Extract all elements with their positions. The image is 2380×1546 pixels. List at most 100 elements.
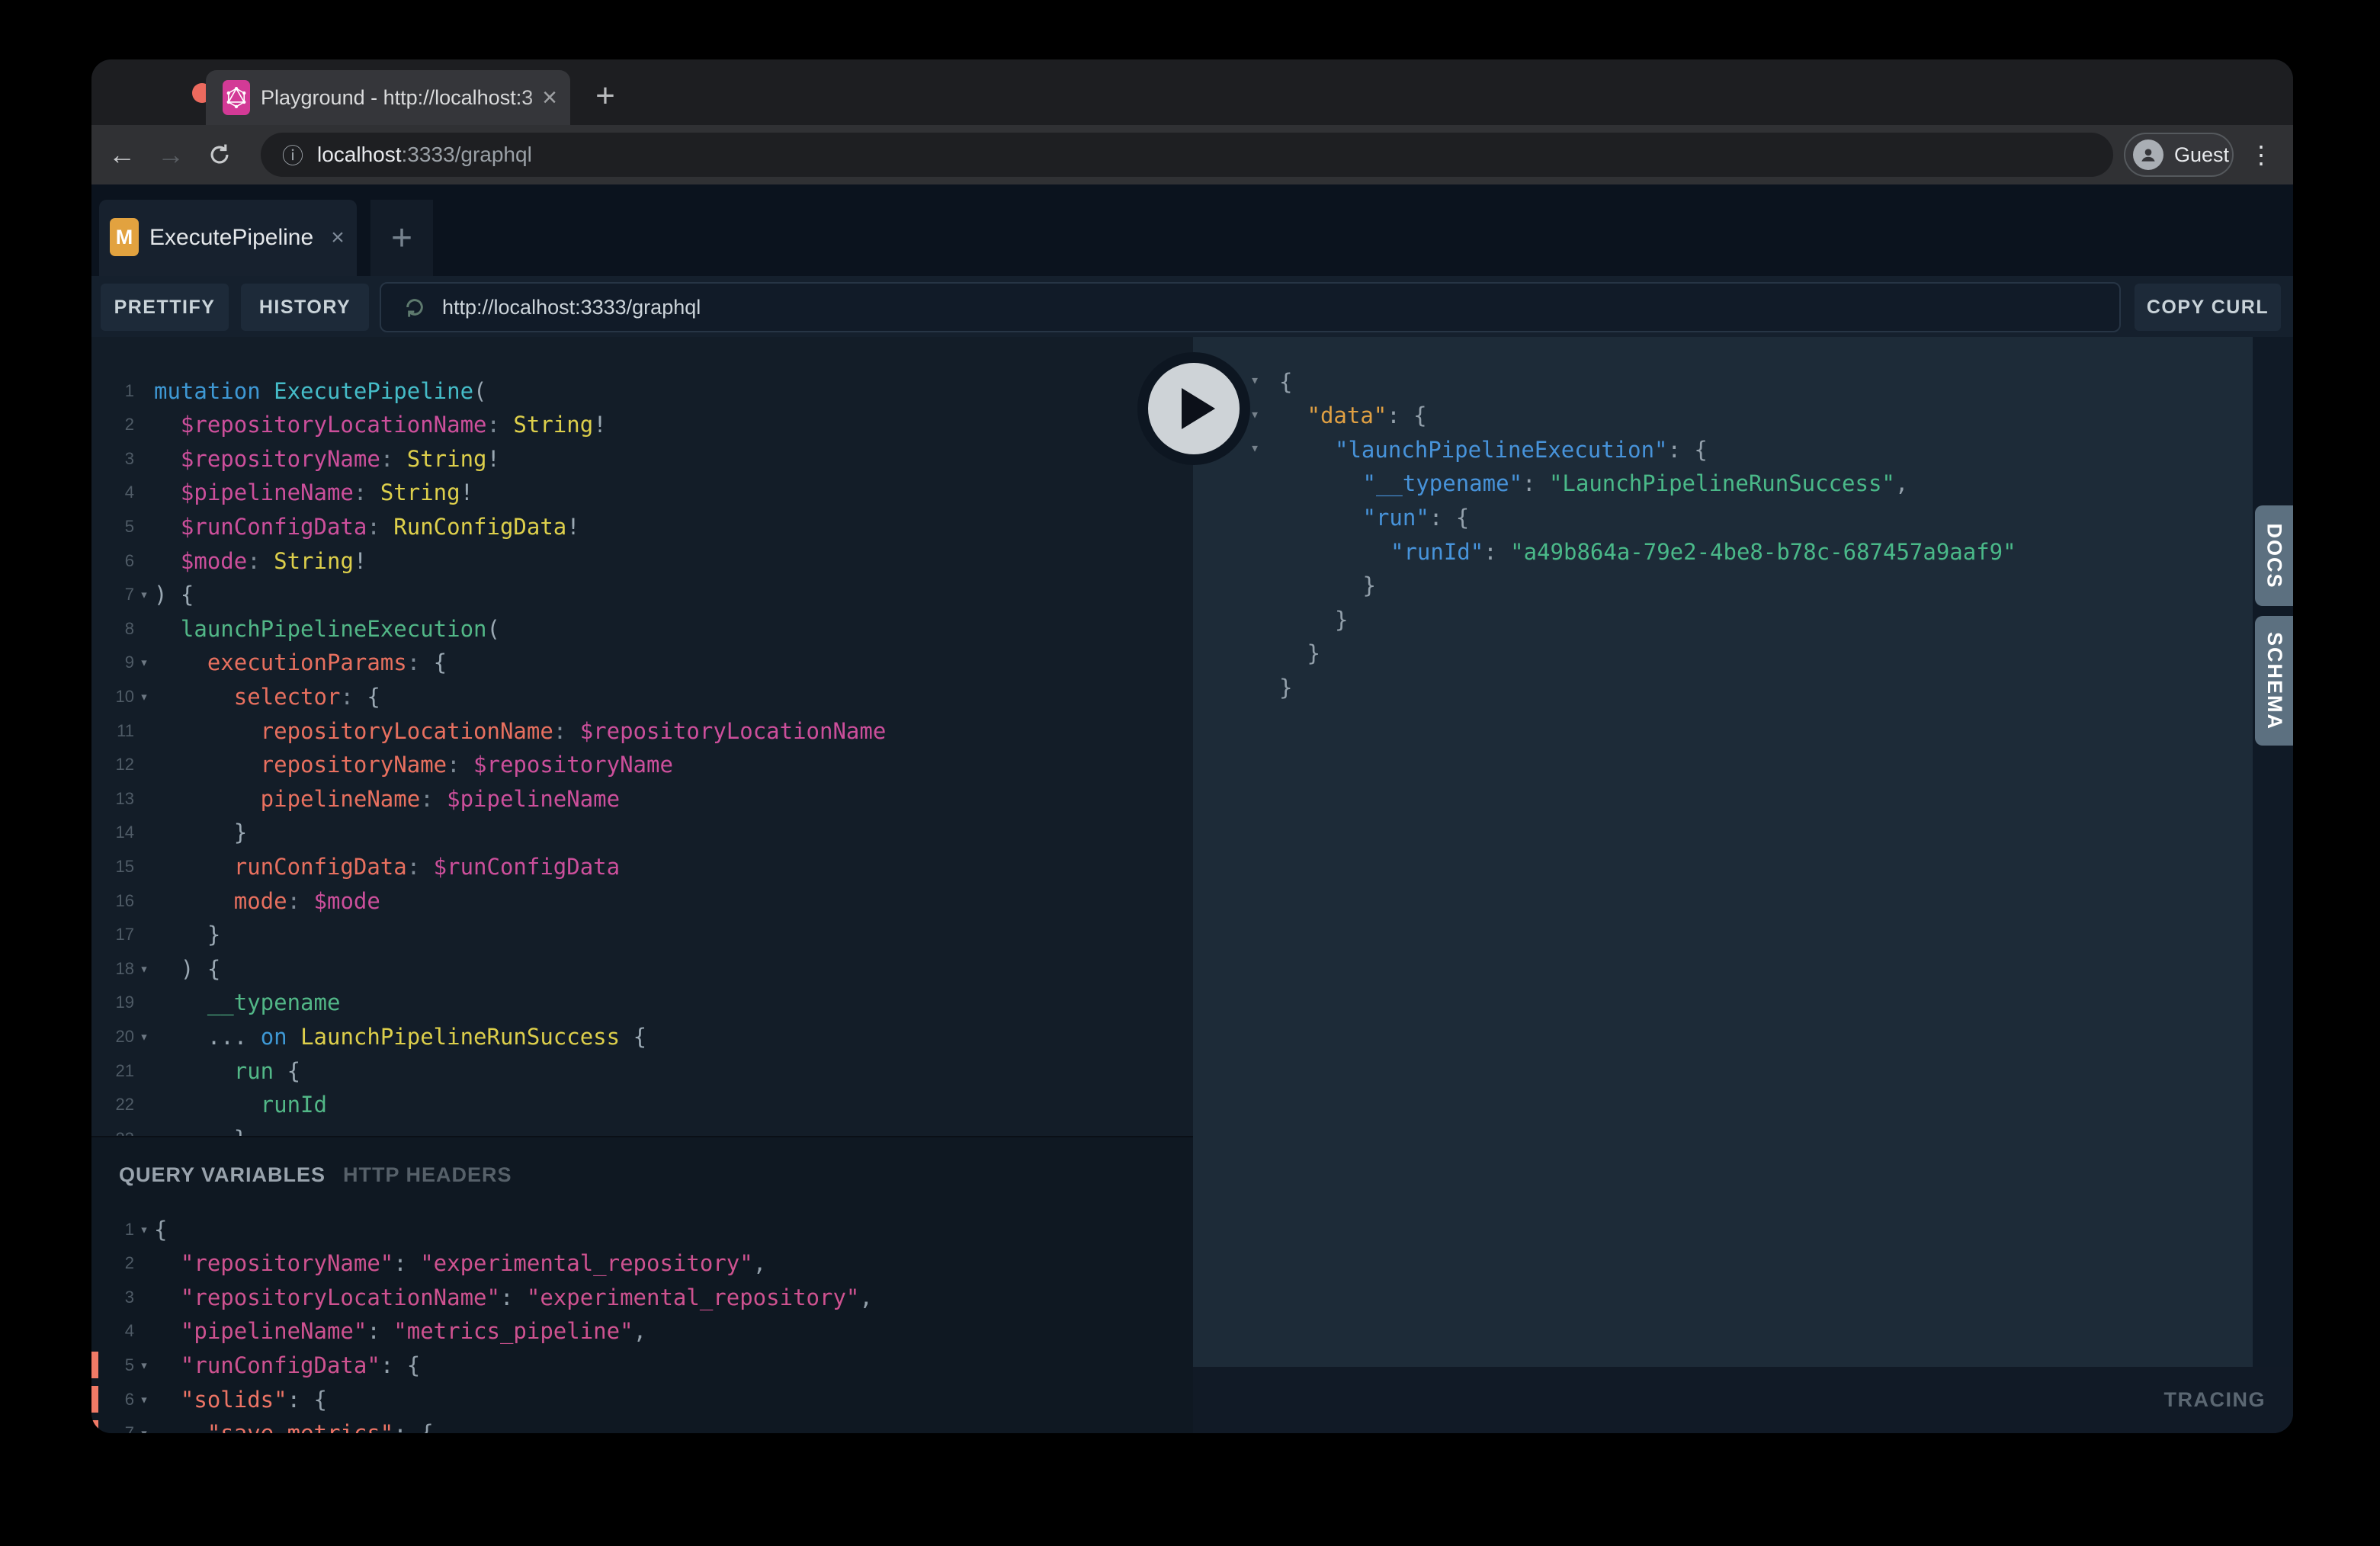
tab-close-icon[interactable]: × bbox=[529, 70, 570, 125]
info-icon[interactable]: ⓘ bbox=[282, 140, 303, 170]
code-line[interactable]: 18▾ ) { bbox=[91, 951, 1193, 986]
code-line[interactable]: 12 repositoryName: $repositoryName bbox=[91, 748, 1193, 782]
line-number: 17 bbox=[91, 925, 134, 945]
collapse-arrow-icon[interactable]: ▾ bbox=[1250, 370, 1259, 389]
code-line[interactable]: 3 $repositoryName: String! bbox=[91, 441, 1193, 476]
line-number: 18 bbox=[91, 959, 134, 979]
fold-arrow-icon[interactable]: ▾ bbox=[134, 1357, 154, 1374]
response-line[interactable]: "run": { bbox=[1193, 500, 2253, 534]
fold-arrow-icon[interactable]: ▾ bbox=[134, 961, 154, 977]
fold-arrow-icon[interactable]: ▾ bbox=[134, 654, 154, 671]
copy-curl-button[interactable]: COPY CURL bbox=[2135, 284, 2281, 331]
fold-arrow-icon[interactable]: ▾ bbox=[134, 1425, 154, 1433]
code-line[interactable]: 2 $repositoryLocationName: String! bbox=[91, 408, 1193, 442]
response-line[interactable]: "runId": "a49b864a-79e2-4be8-b78c-687457… bbox=[1193, 534, 2253, 569]
collapse-arrow-icon[interactable]: ▾ bbox=[1250, 438, 1259, 457]
code-line[interactable]: 2 "repositoryName": "experimental_reposi… bbox=[91, 1246, 1193, 1281]
response-line[interactable]: "__typename": "LaunchPipelineRunSuccess"… bbox=[1193, 467, 2253, 501]
schema-tab[interactable]: SCHEMA bbox=[2255, 616, 2293, 746]
code-line[interactable]: 22 runId bbox=[91, 1088, 1193, 1122]
profile-button[interactable]: Guest bbox=[2124, 133, 2234, 177]
code-line[interactable]: 4 $pipelineName: String! bbox=[91, 476, 1193, 510]
line-number: 1 bbox=[91, 1220, 134, 1240]
fold-arrow-icon[interactable]: ▾ bbox=[134, 1028, 154, 1045]
code-line[interactable]: 19 __typename bbox=[91, 986, 1193, 1020]
code-line[interactable]: 6 $mode: String! bbox=[91, 544, 1193, 578]
line-number: 2 bbox=[91, 415, 134, 435]
code-line[interactable]: 21 run { bbox=[91, 1054, 1193, 1088]
code-line[interactable]: 3 "repositoryLocationName": "experimenta… bbox=[91, 1280, 1193, 1314]
reload-icon[interactable] bbox=[203, 125, 236, 184]
new-tab-icon[interactable]: + bbox=[589, 79, 622, 113]
response-line[interactable]: } bbox=[1193, 602, 2253, 637]
line-number: 3 bbox=[91, 449, 134, 469]
collapse-arrow-icon[interactable]: ▾ bbox=[1250, 405, 1259, 423]
line-number: 23 bbox=[91, 1129, 134, 1136]
code-line[interactable]: 7▾) { bbox=[91, 578, 1193, 612]
error-marker-bar bbox=[91, 1352, 98, 1378]
address-bar[interactable]: ⓘ localhost:3333/graphql bbox=[261, 133, 2113, 177]
response-line[interactable]: } bbox=[1193, 670, 2253, 704]
code-line[interactable]: 5▾ "runConfigData": { bbox=[91, 1348, 1193, 1382]
code-line[interactable]: 11 repositoryLocationName: $repositoryLo… bbox=[91, 714, 1193, 748]
tracing-label[interactable]: TRACING bbox=[2164, 1388, 2266, 1412]
avatar-icon bbox=[2133, 140, 2163, 170]
docs-tab[interactable]: DOCS bbox=[2255, 505, 2293, 606]
endpoint-input[interactable] bbox=[441, 295, 1892, 320]
response-line[interactable]: } bbox=[1193, 569, 2253, 603]
code-line[interactable]: 5 $runConfigData: RunConfigData! bbox=[91, 509, 1193, 544]
code-line[interactable]: 23 } bbox=[91, 1121, 1193, 1136]
prettify-button[interactable]: PRETTIFY bbox=[101, 284, 229, 331]
line-number: 5 bbox=[91, 517, 134, 537]
tracing-bar: TRACING bbox=[1193, 1367, 2293, 1433]
code-line[interactable]: 4 "pipelineName": "metrics_pipeline", bbox=[91, 1314, 1193, 1349]
response-line[interactable]: } bbox=[1193, 637, 2253, 671]
code-line[interactable]: 10▾ selector: { bbox=[91, 679, 1193, 714]
code-line[interactable]: 8 launchPipelineExecution( bbox=[91, 611, 1193, 646]
code-line[interactable]: 13 pipelineName: $pipelineName bbox=[91, 781, 1193, 816]
endpoint-field bbox=[380, 282, 2121, 332]
browser-tabstrip: Playground - http://localhost:3 × + bbox=[91, 59, 2293, 125]
fold-arrow-icon[interactable]: ▾ bbox=[134, 586, 154, 603]
line-number: 7 bbox=[91, 585, 134, 605]
kebab-menu-icon[interactable]: ⋮ bbox=[2244, 125, 2278, 184]
line-number: 9 bbox=[91, 653, 134, 672]
playground-new-tab-button[interactable]: + bbox=[370, 200, 433, 276]
forward-icon[interactable]: → bbox=[154, 125, 188, 184]
response-line[interactable]: ▾"data": { bbox=[1193, 399, 2253, 433]
endpoint-reload-icon[interactable] bbox=[403, 295, 427, 319]
code-line[interactable]: 16 mode: $mode bbox=[91, 884, 1193, 918]
fold-arrow-icon[interactable]: ▾ bbox=[134, 1221, 154, 1238]
variables-editor[interactable]: 1▾{2 "repositoryName": "experimental_rep… bbox=[91, 1137, 1193, 1433]
browser-window: Playground - http://localhost:3 × + ← → … bbox=[91, 59, 2293, 1433]
code-line[interactable]: 1▾{ bbox=[91, 1212, 1193, 1246]
browser-tab[interactable]: Playground - http://localhost:3 × bbox=[206, 70, 570, 125]
history-button[interactable]: HISTORY bbox=[241, 284, 369, 331]
fold-arrow-icon[interactable]: ▾ bbox=[134, 688, 154, 705]
line-number: 12 bbox=[91, 755, 134, 775]
playground-tab[interactable]: M ExecutePipeline × bbox=[99, 200, 357, 276]
code-line[interactable]: 17 } bbox=[91, 918, 1193, 952]
code-line[interactable]: 20▾ ... on LaunchPipelineRunSuccess { bbox=[91, 1019, 1193, 1054]
code-line[interactable]: 15 runConfigData: $runConfigData bbox=[91, 849, 1193, 884]
line-number: 1 bbox=[91, 381, 134, 401]
line-number: 4 bbox=[91, 483, 134, 502]
playground-tab-close-icon[interactable]: × bbox=[319, 200, 357, 276]
back-icon[interactable]: ← bbox=[105, 125, 139, 184]
play-button[interactable] bbox=[1137, 352, 1250, 465]
code-line[interactable]: 7▾ "save_metrics": { bbox=[91, 1416, 1193, 1433]
code-line[interactable]: 1mutation ExecutePipeline( bbox=[91, 374, 1193, 408]
response-line[interactable]: ▾{ bbox=[1193, 364, 2253, 399]
code-line[interactable]: 14 } bbox=[91, 816, 1193, 850]
response-line[interactable]: ▾"launchPipelineExecution": { bbox=[1193, 432, 2253, 467]
code-line[interactable]: 6▾ "solids": { bbox=[91, 1382, 1193, 1416]
line-number: 14 bbox=[91, 823, 134, 842]
line-number: 21 bbox=[91, 1061, 134, 1081]
fold-arrow-icon[interactable]: ▾ bbox=[134, 1391, 154, 1408]
code-line[interactable]: 9▾ executionParams: { bbox=[91, 646, 1193, 680]
line-number: 19 bbox=[91, 993, 134, 1012]
playground-toolbar: PRETTIFY HISTORY COPY CURL bbox=[91, 276, 2293, 337]
query-editor[interactable]: 1mutation ExecutePipeline(2 $repositoryL… bbox=[91, 337, 1193, 1136]
line-number: 16 bbox=[91, 891, 134, 911]
response-viewer[interactable]: ▾{▾"data": {▾"launchPipelineExecution": … bbox=[1193, 337, 2253, 1367]
